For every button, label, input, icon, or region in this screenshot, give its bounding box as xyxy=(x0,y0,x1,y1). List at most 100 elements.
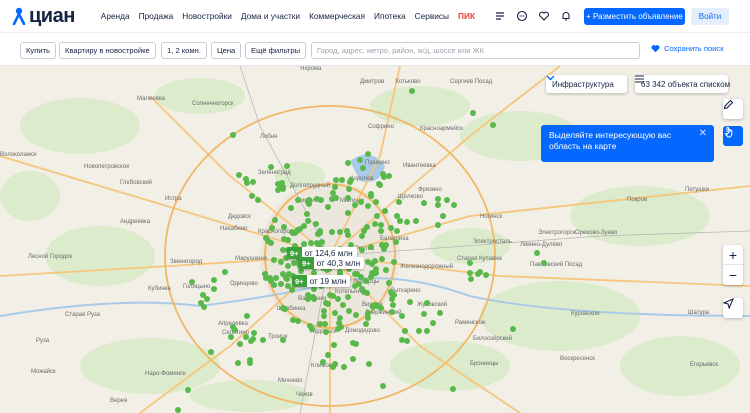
listing-dot[interactable] xyxy=(313,221,319,227)
listing-dot[interactable] xyxy=(321,313,327,319)
listing-dot[interactable] xyxy=(451,202,457,208)
listing-dot[interactable] xyxy=(368,244,374,250)
listing-dot[interactable] xyxy=(357,157,363,163)
listing-dot[interactable] xyxy=(278,281,284,287)
listing-dot[interactable] xyxy=(337,315,343,321)
listing-dot[interactable] xyxy=(243,334,249,340)
listing-dot[interactable] xyxy=(280,247,286,253)
listing-dot[interactable] xyxy=(365,203,371,209)
listing-dot[interactable] xyxy=(260,337,266,343)
listing-dot[interactable] xyxy=(363,278,369,284)
listing-dot[interactable] xyxy=(390,302,396,308)
listing-dot[interactable] xyxy=(323,300,329,306)
listing-dot[interactable] xyxy=(376,181,382,187)
listing-dot[interactable] xyxy=(365,315,371,321)
listing-dot[interactable] xyxy=(332,310,338,316)
listing-dot[interactable] xyxy=(330,190,336,196)
listing-dot[interactable] xyxy=(383,242,389,248)
listing-dot[interactable] xyxy=(353,341,359,347)
listing-dot[interactable] xyxy=(255,197,261,203)
listing-dot[interactable] xyxy=(435,202,441,208)
nav-mortgage[interactable]: Ипотека xyxy=(374,11,406,21)
listing-dot[interactable] xyxy=(263,235,269,241)
listing-dot[interactable] xyxy=(399,313,405,319)
listing-dot[interactable] xyxy=(280,337,286,343)
listing-dot[interactable] xyxy=(352,271,358,277)
infrastructure-dropdown[interactable]: Инфраструктура xyxy=(546,75,627,93)
listing-dot[interactable] xyxy=(444,197,450,203)
listing-dot[interactable] xyxy=(322,321,328,327)
listing-dot[interactable] xyxy=(358,199,364,205)
geolocation-button[interactable] xyxy=(723,298,743,318)
listing-dot[interactable] xyxy=(280,186,286,192)
nav-sale[interactable]: Продажа xyxy=(139,11,174,21)
listing-dot[interactable] xyxy=(345,210,351,216)
listing-dot[interactable] xyxy=(391,292,397,298)
login-button[interactable]: Войти xyxy=(691,8,729,25)
listing-dot[interactable] xyxy=(366,361,372,367)
listing-dot[interactable] xyxy=(317,228,323,234)
listing-dot[interactable] xyxy=(271,257,277,263)
listing-dot[interactable] xyxy=(295,197,301,203)
listing-dot[interactable] xyxy=(424,300,430,306)
listing-dot[interactable] xyxy=(285,263,291,269)
listing-dot[interactable] xyxy=(383,267,389,273)
listing-dot[interactable] xyxy=(347,179,353,185)
listing-dot[interactable] xyxy=(394,228,400,234)
listing-dot[interactable] xyxy=(450,386,456,392)
listing-dot[interactable] xyxy=(389,309,395,315)
listing-dot[interactable] xyxy=(288,205,294,211)
price-pin-2[interactable]: 9+ от 40,3 млн xyxy=(299,257,365,269)
listing-dot[interactable] xyxy=(353,312,359,318)
listing-dot[interactable] xyxy=(332,184,338,190)
listing-dot[interactable] xyxy=(440,213,446,219)
listing-dot[interactable] xyxy=(249,193,255,199)
nav-commercial[interactable]: Коммерческая xyxy=(309,11,365,21)
cian-logo[interactable]: циан xyxy=(12,0,75,33)
listing-dot[interactable] xyxy=(416,328,422,334)
listing-dot[interactable] xyxy=(346,308,352,314)
listing-dot[interactable] xyxy=(289,287,295,293)
listing-dot[interactable] xyxy=(204,296,210,302)
listing-dot[interactable] xyxy=(250,179,256,185)
listing-dot[interactable] xyxy=(330,293,336,299)
listing-dot[interactable] xyxy=(379,256,385,262)
select-area-hand-button[interactable] xyxy=(723,126,743,146)
listing-dot[interactable] xyxy=(235,360,241,366)
listing-dot[interactable] xyxy=(323,329,329,335)
listing-dot[interactable] xyxy=(189,279,195,285)
listing-dot[interactable] xyxy=(378,305,384,311)
listing-dot[interactable] xyxy=(175,407,181,413)
listing-dot[interactable] xyxy=(421,200,427,206)
listing-dot[interactable] xyxy=(409,88,415,94)
listing-dot[interactable] xyxy=(228,334,234,340)
map-canvas[interactable]: Яхрома Хотьково Сергиев Посад Дмитров Солнеч… xyxy=(0,66,750,413)
listing-dot[interactable] xyxy=(386,280,392,286)
listing-dot[interactable] xyxy=(413,218,419,224)
listing-dot[interactable] xyxy=(330,364,336,370)
post-ad-button[interactable]: + Разместить объявление xyxy=(584,8,685,25)
listing-dot[interactable] xyxy=(510,326,516,332)
listing-dot[interactable] xyxy=(291,260,297,266)
listing-dot[interactable] xyxy=(430,320,436,326)
listing-dot[interactable] xyxy=(359,247,365,253)
listing-dot[interactable] xyxy=(329,229,335,235)
listing-dot[interactable] xyxy=(437,310,443,316)
listing-dot[interactable] xyxy=(290,317,296,323)
notifications-bell-icon[interactable] xyxy=(560,9,572,21)
listing-dot[interactable] xyxy=(345,195,351,201)
listing-dot[interactable] xyxy=(268,164,274,170)
save-search-button[interactable]: Сохранить поиск xyxy=(651,44,724,53)
listing-dot[interactable] xyxy=(211,277,217,283)
listing-dot[interactable] xyxy=(393,239,399,245)
listing-dot[interactable] xyxy=(222,269,228,275)
listing-dot[interactable] xyxy=(237,341,243,347)
listing-dot[interactable] xyxy=(424,328,430,334)
listing-dot[interactable] xyxy=(339,177,345,183)
price-select[interactable]: Цена xyxy=(211,42,242,59)
listing-dot[interactable] xyxy=(467,270,473,276)
nav-pik[interactable]: ПИК xyxy=(458,11,475,21)
listing-dot[interactable] xyxy=(359,286,365,292)
listing-dot[interactable] xyxy=(391,259,397,265)
listing-dot[interactable] xyxy=(272,217,278,223)
